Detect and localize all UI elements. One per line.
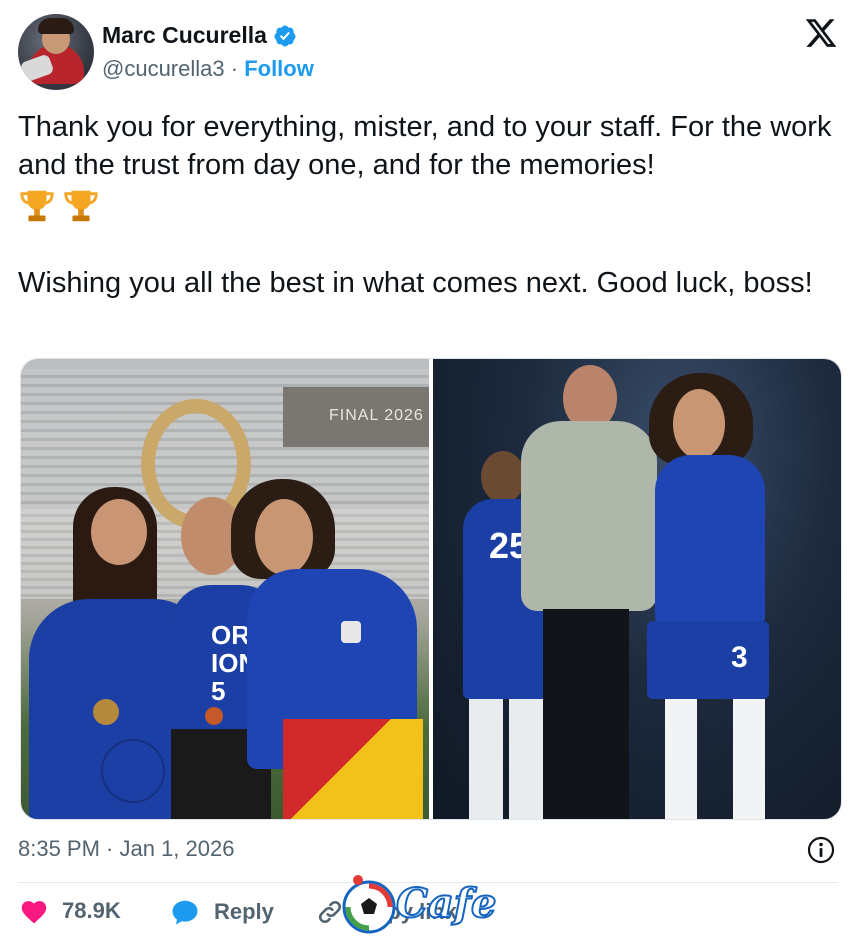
verified-badge-icon: [274, 25, 296, 46]
watermark-text: Cafe: [395, 879, 497, 928]
x-logo-icon[interactable]: [804, 16, 838, 50]
media-grid: FINAL 2026 ORLD IONS 5 25: [20, 358, 842, 820]
tweet-text: Thank you for everything, mister, and to…: [18, 108, 838, 302]
follow-button[interactable]: Follow: [244, 56, 314, 81]
info-icon[interactable]: [807, 836, 835, 864]
trophy-icon: [64, 190, 98, 222]
tweet-timestamp[interactable]: 8:35 PM · Jan 1, 2026: [18, 836, 234, 862]
like-button[interactable]: 78.9K: [20, 898, 121, 924]
trophy-icon: [20, 190, 54, 222]
heart-icon: [21, 901, 47, 924]
watermark-logo: Cafe: [336, 872, 536, 938]
reply-button[interactable]: Reply: [170, 898, 274, 926]
tweet-header: Marc Cucurella @cucurella3 · Follow: [18, 10, 838, 94]
user-handle[interactable]: @cucurella3: [102, 56, 225, 81]
jersey-number-3: 3: [731, 641, 748, 674]
display-name[interactable]: Marc Cucurella: [102, 22, 267, 49]
like-count: 78.9K: [62, 898, 121, 923]
trophy-emojis: [18, 186, 838, 226]
name-row: Marc Cucurella: [102, 22, 297, 49]
tweet-text-line1: Thank you for everything, mister, and to…: [18, 111, 832, 181]
handle-separator: ·: [224, 56, 245, 81]
photo-stadium-night[interactable]: 25 3: [433, 359, 841, 819]
soccer-ball-logo-icon: [342, 875, 396, 934]
avatar[interactable]: [18, 14, 94, 90]
handle-row: @cucurella3 · Follow: [102, 56, 314, 82]
reply-label: Reply: [214, 899, 274, 924]
scoreboard-text: FINAL 2026: [329, 407, 424, 424]
tweet-text-line2: Wishing you all the best in what comes n…: [18, 267, 813, 299]
photo-celebration[interactable]: FINAL 2026 ORLD IONS 5: [21, 359, 429, 819]
reply-bubble-icon: [172, 900, 198, 925]
